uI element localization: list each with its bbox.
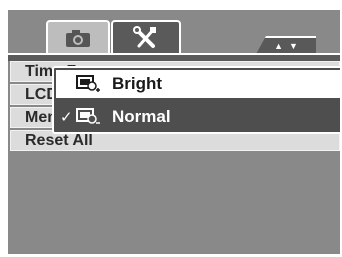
- wrench-screwdriver-icon: [133, 26, 156, 48]
- menu-item-label: Reset All: [25, 131, 93, 149]
- option-label: Normal: [112, 107, 171, 126]
- check-icon: ✓: [60, 109, 73, 126]
- tab-camera[interactable]: [46, 20, 110, 54]
- option-normal[interactable]: ✓ Normal: [56, 103, 340, 131]
- arrow-down-icon: ▼: [289, 40, 298, 51]
- arrow-up-icon: ▲: [274, 40, 283, 51]
- option-bright[interactable]: Bright: [56, 70, 340, 98]
- camera-icon: [66, 30, 90, 47]
- camera-settings-screen: ▲ ▼ Time Zone LCD Brightness Memory Kit …: [8, 10, 340, 254]
- scroll-indicator: ▲ ▼: [256, 36, 316, 54]
- tab-setup[interactable]: [111, 20, 181, 54]
- lcd-bright-icon: [76, 74, 104, 94]
- menu-panel: [8, 53, 340, 61]
- lcd-normal-icon: [76, 107, 104, 127]
- lcd-brightness-popup: Bright ✓ Normal: [52, 66, 340, 134]
- option-label: Bright: [112, 74, 163, 93]
